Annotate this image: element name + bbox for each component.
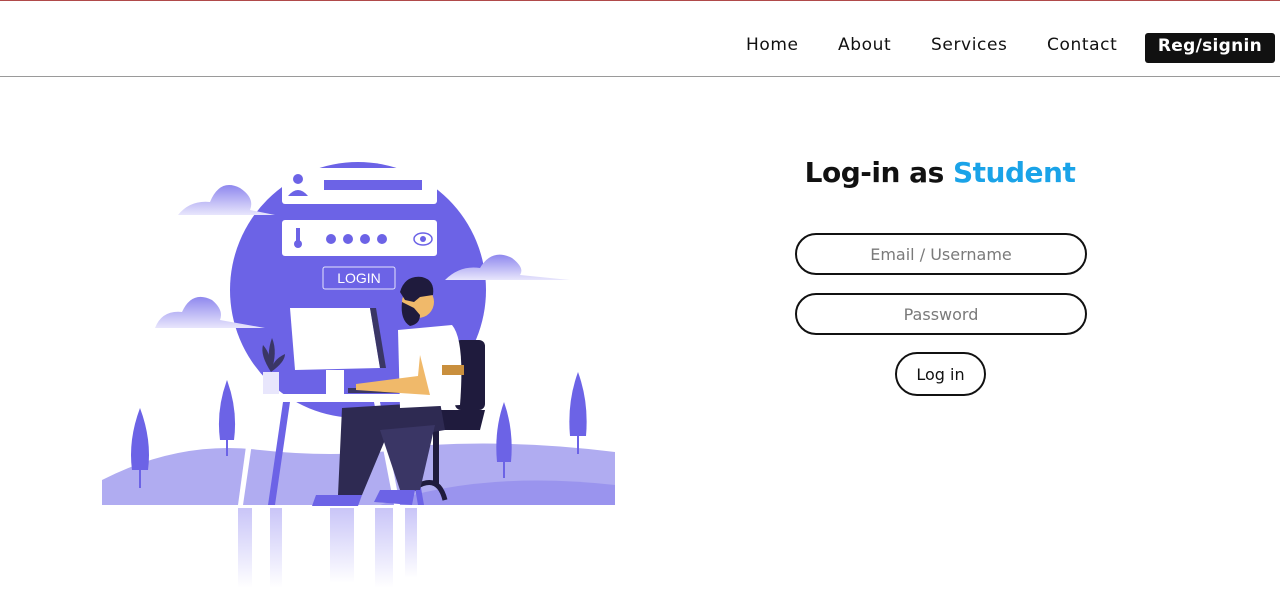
login-title-prefix: Log-in as xyxy=(804,156,953,189)
tree-right xyxy=(569,372,587,454)
nav-home-link[interactable]: Home xyxy=(746,35,799,55)
password-input[interactable] xyxy=(795,293,1087,335)
login-submit-button[interactable]: Log in xyxy=(895,352,986,396)
login-title: Log-in as Student xyxy=(780,156,1100,189)
nav-contact-link[interactable]: Contact xyxy=(1047,35,1117,55)
register-signin-button[interactable]: Reg/signin xyxy=(1145,33,1275,63)
login-illustration-graphic: LOGIN xyxy=(102,162,615,588)
illustration-login-label: LOGIN xyxy=(337,270,381,286)
login-illustration: LOGIN xyxy=(100,140,620,590)
nav-services-link[interactable]: Services xyxy=(931,35,1008,55)
tree-mid-left xyxy=(218,380,236,456)
nav-about-link[interactable]: About xyxy=(838,35,891,55)
desk xyxy=(246,394,416,402)
email-username-input[interactable] xyxy=(795,233,1087,275)
navbar: Home About Services Contact Reg/signin xyxy=(0,1,1280,77)
login-title-accent: Student xyxy=(953,156,1076,189)
